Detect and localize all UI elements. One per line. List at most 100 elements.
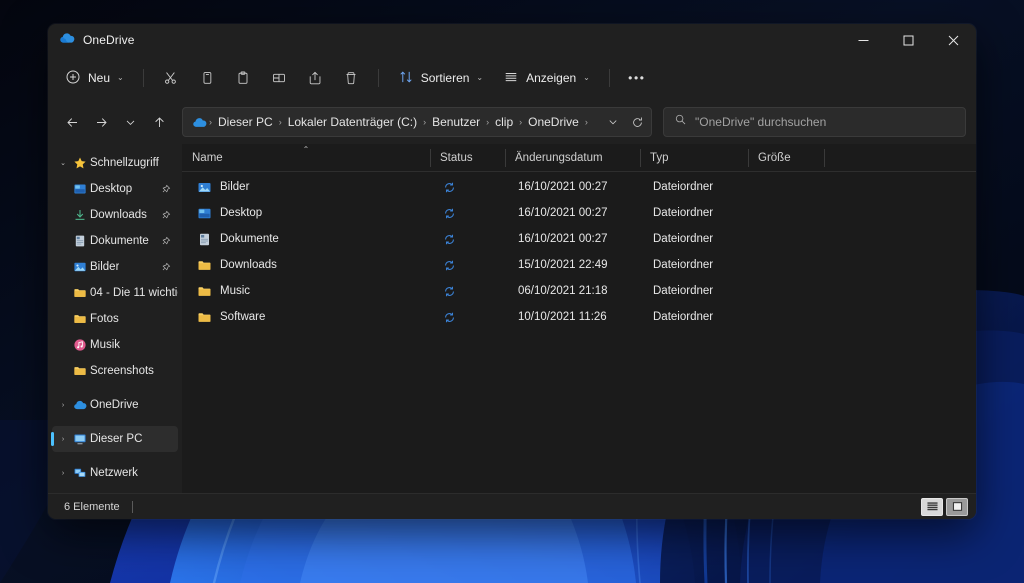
sync-icon — [443, 285, 456, 298]
folder-glyph — [74, 315, 86, 323]
minimize-button[interactable] — [841, 24, 886, 56]
large-icons-view-button[interactable] — [946, 497, 968, 516]
pin-icon[interactable] — [160, 236, 178, 247]
sidebar-item-dokumente[interactable]: Dokumente — [52, 228, 178, 254]
rename-button[interactable] — [262, 63, 296, 93]
folder-icon — [70, 286, 90, 300]
maximize-button[interactable] — [886, 24, 931, 56]
pin-glyph — [162, 184, 171, 192]
sidebar-item-label: OneDrive — [90, 399, 139, 411]
table-row[interactable]: Dokumente 16/10/2021 00:27 Dateiordner — [185, 226, 973, 252]
sidebar-item-label: Musik — [90, 339, 121, 351]
pin-icon[interactable] — [160, 184, 178, 195]
sidebar-item-onedrive[interactable]: › OneDrive — [52, 392, 178, 418]
breadcrumb-item-lokaler-datentraeger[interactable]: Lokaler Datenträger (C:) — [283, 112, 422, 132]
row-name-cell: Bilder — [185, 174, 433, 200]
sidebar-item-label: Screenshots — [90, 365, 154, 377]
row-name-label: Downloads — [220, 259, 277, 271]
back-button[interactable] — [58, 108, 86, 136]
sidebar-item-musik[interactable]: Musik — [52, 332, 178, 358]
column-header-aenderungsdatum[interactable]: Änderungsdatum — [505, 144, 640, 172]
search-box[interactable] — [663, 107, 966, 137]
document-icon — [70, 234, 90, 248]
search-input[interactable] — [695, 115, 955, 129]
sidebar-item-label: Fotos — [90, 313, 119, 325]
new-button[interactable]: Neu ⌄ — [58, 63, 133, 93]
share-icon — [309, 71, 321, 85]
copy-button[interactable] — [190, 63, 224, 93]
sidebar-item-downloads[interactable]: Downloads — [52, 202, 178, 228]
cut-button[interactable] — [154, 63, 188, 93]
item-count-label: 6 Elemente — [64, 500, 120, 513]
sidebar-item-bilder[interactable]: Bilder — [52, 254, 178, 280]
delete-button[interactable] — [334, 63, 368, 93]
sidebar-item-schnellzugriff[interactable]: ⌄ Schnellzugriff — [52, 150, 178, 176]
sidebar-item-fotos[interactable]: Fotos — [52, 306, 178, 332]
refresh-icon — [632, 117, 642, 127]
row-name-cell: Software — [185, 304, 433, 330]
scissors-icon — [164, 72, 176, 84]
column-header-typ[interactable]: Typ — [640, 144, 748, 172]
sidebar-item-desktop[interactable]: Desktop — [52, 176, 178, 202]
star-glyph — [74, 157, 86, 169]
chevron-right-icon[interactable]: › — [56, 402, 70, 409]
pin-icon[interactable] — [160, 262, 178, 273]
refresh-button[interactable] — [625, 109, 649, 135]
column-header-name[interactable]: ⌃ Name — [182, 144, 430, 172]
table-row[interactable]: Software 10/10/2021 11:26 Dateiordner — [185, 304, 973, 330]
share-button[interactable] — [298, 63, 332, 93]
sidebar-item-04-die-11-wichtig[interactable]: 04 - Die 11 wichtig — [52, 280, 178, 306]
column-header-status[interactable]: Status — [430, 144, 505, 172]
row-status-cell — [433, 200, 508, 226]
table-row[interactable]: Downloads 15/10/2021 22:49 Dateiordner — [185, 252, 973, 278]
file-rows: Bilder 16/10/2021 00:27 Dateiordner Desk… — [182, 172, 976, 493]
pin-icon[interactable] — [160, 210, 178, 221]
breadcrumb-item-benutzer[interactable]: Benutzer — [427, 112, 485, 132]
forward-button[interactable] — [87, 108, 115, 136]
breadcrumb[interactable]: › Dieser PC › Lokaler Datenträger (C:) ›… — [182, 107, 652, 137]
close-button[interactable] — [931, 24, 976, 56]
minimize-icon — [858, 39, 869, 41]
folder-glyph — [198, 312, 210, 322]
window-body: ⌄ Schnellzugriff Desktop Downloads Dokum… — [48, 144, 976, 493]
chevron-down-icon[interactable]: ⌄ — [56, 159, 70, 167]
folder-glyph — [198, 260, 210, 270]
row-date-cell: 16/10/2021 00:27 — [518, 181, 608, 193]
more-options-button[interactable]: ••• — [620, 63, 654, 93]
sidebar-item-screenshots[interactable]: Screenshots — [52, 358, 178, 384]
paste-button[interactable] — [226, 63, 260, 93]
chevron-right-icon[interactable]: › — [56, 436, 70, 443]
window-titlebar[interactable]: OneDrive — [48, 24, 976, 56]
up-button[interactable] — [145, 108, 173, 136]
breadcrumb-dropdown-button[interactable] — [601, 109, 625, 135]
chevron-right-icon[interactable]: › — [56, 470, 70, 477]
breadcrumb-item-onedrive[interactable]: OneDrive — [523, 112, 584, 132]
sort-button[interactable]: Sortieren ⌄ — [389, 63, 492, 93]
sync-icon — [443, 311, 456, 324]
column-header-groesse[interactable]: Größe — [748, 144, 824, 172]
table-row[interactable]: Music 06/10/2021 21:18 Dateiordner — [185, 278, 973, 304]
table-row[interactable]: Desktop 16/10/2021 00:27 Dateiordner — [185, 200, 973, 226]
navigation-sidebar[interactable]: ⌄ Schnellzugriff Desktop Downloads Dokum… — [48, 144, 182, 493]
star-icon — [70, 156, 90, 170]
breadcrumb-item-clip[interactable]: clip — [490, 112, 518, 132]
sidebar-item-label: Netzwerk — [90, 467, 138, 479]
recent-locations-button[interactable] — [116, 108, 144, 136]
row-type-cell: Dateiordner — [653, 181, 714, 193]
sidebar-item-netzwerk[interactable]: › Netzwerk — [52, 460, 178, 486]
chevron-down-icon — [126, 120, 134, 125]
folder-glyph — [198, 286, 210, 296]
sync-icon — [443, 259, 456, 272]
row-name-cell: Desktop — [185, 200, 433, 226]
folder-icon — [196, 310, 212, 325]
view-button[interactable]: Anzeigen ⌄ — [494, 63, 599, 93]
search-icon — [674, 113, 687, 131]
sync-arrows-glyph — [445, 312, 454, 322]
breadcrumb-item-dieser-pc[interactable]: Dieser PC — [213, 112, 278, 132]
row-name-cell: Dokumente — [185, 226, 433, 252]
table-row[interactable]: Bilder 16/10/2021 00:27 Dateiordner — [185, 174, 973, 200]
details-view-button[interactable] — [921, 497, 943, 516]
sidebar-item-dieser-pc[interactable]: › Dieser PC — [51, 426, 178, 452]
sort-button-label: Sortieren — [420, 71, 470, 85]
